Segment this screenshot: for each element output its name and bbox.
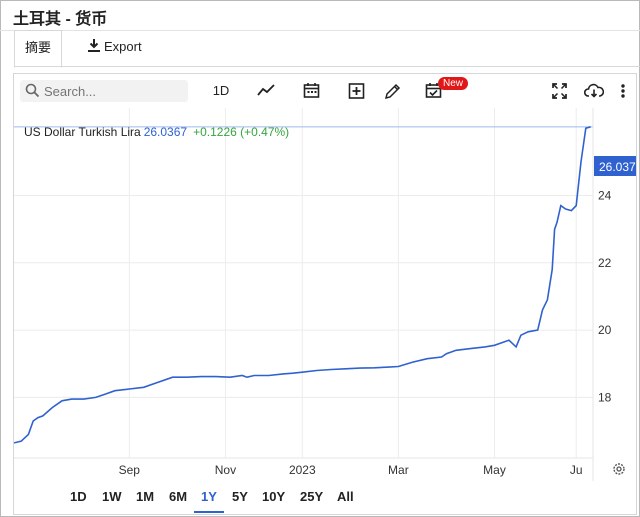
price-chart[interactable]: 18 20 22 24 Sep Nov 2023 Mar May Ju 26.037 [14, 108, 636, 481]
range-1w[interactable]: 1W [102, 489, 122, 504]
x-tick-label: May [483, 463, 506, 477]
search-icon [25, 83, 40, 103]
tabs-divider [14, 66, 640, 67]
price-label: 26.037 [594, 156, 636, 176]
x-tick-label: Sep [119, 463, 141, 477]
range-1y[interactable]: 1Y [201, 489, 217, 504]
range-25y[interactable]: 25Y [300, 489, 323, 504]
more-vert-icon[interactable] [617, 80, 629, 102]
range-all[interactable]: All [337, 489, 354, 504]
y-tick-label: 24 [598, 189, 612, 203]
download-icon [88, 31, 100, 65]
legend-price: 26.0367 [143, 125, 188, 139]
y-tick-label: 18 [598, 390, 612, 404]
range-10y[interactable]: 10Y [262, 489, 285, 504]
legend-change: +0.1226 (+0.47%) [193, 125, 290, 139]
draw-pencil-icon[interactable] [381, 80, 403, 102]
range-1d[interactable]: 1D [70, 489, 87, 504]
chart-toolbar: 1D New [14, 74, 636, 108]
cloud-download-icon[interactable] [582, 80, 606, 102]
x-tick-label: 2023 [289, 463, 316, 477]
page-title: 土耳其 - 货币 [13, 11, 108, 28]
tab-summary-label: 摘要 [24, 40, 51, 55]
interval-button[interactable]: 1D [210, 80, 232, 102]
chart-type-icon[interactable] [255, 80, 277, 102]
export-label: Export [104, 39, 142, 54]
range-5y[interactable]: 5Y [232, 489, 248, 504]
x-tick-label: Mar [388, 463, 409, 477]
series-legend: US Dollar Turkish Lira 26.0367 +0.1226 (+0… [24, 125, 289, 139]
search-input[interactable] [44, 82, 180, 100]
y-tick-label: 20 [598, 323, 612, 337]
legend-series-name: US Dollar Turkish Lira [24, 125, 141, 139]
add-series-icon[interactable] [345, 80, 367, 102]
calendar-icon[interactable] [300, 80, 322, 102]
search-box [20, 80, 188, 102]
x-tick-label: Ju [570, 463, 583, 477]
x-tick-label: Nov [215, 463, 236, 477]
range-6m[interactable]: 6M [169, 489, 187, 504]
active-range-indicator [194, 511, 224, 513]
chart-panel: 1D New 18 20 22 24 [13, 73, 637, 515]
range-1m[interactable]: 1M [136, 489, 154, 504]
settings-gear-icon[interactable] [613, 463, 625, 475]
title-bar: 土耳其 - 货币 [0, 0, 640, 31]
new-badge: New [438, 77, 469, 90]
export-button[interactable]: Export [88, 30, 142, 66]
y-tick-label: 22 [598, 256, 612, 270]
tab-summary[interactable]: 摘要 [14, 30, 62, 68]
price-label-text: 26.037 [599, 160, 636, 174]
range-selector: 1D 1W 1M 6M 1Y 5Y 10Y 25Y All [14, 481, 636, 513]
fullscreen-icon[interactable] [548, 80, 570, 102]
tab-bar: 摘要 Export [0, 30, 640, 68]
